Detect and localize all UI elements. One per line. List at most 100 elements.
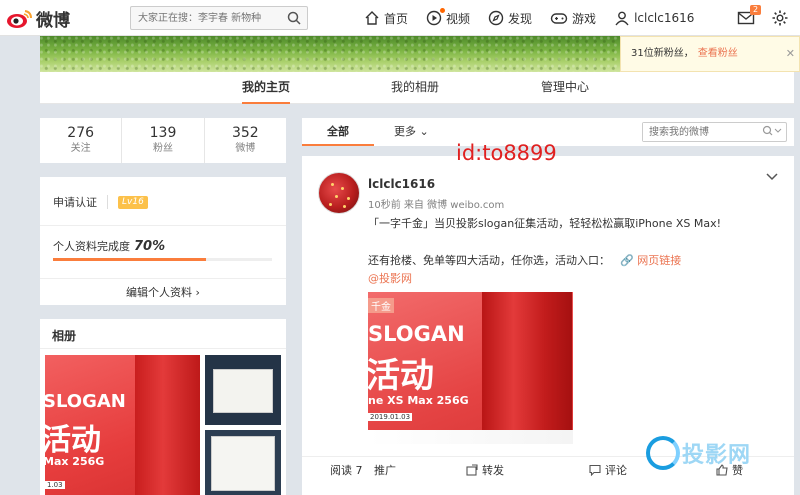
album-photo-text-3: Max 256G [45, 455, 105, 468]
post-text-line-1: 「一字千金」当贝投影slogan征集活动，轻轻松松赢取iPhone XS Max… [368, 217, 722, 230]
chevron-right-icon: › [195, 286, 200, 299]
post-avatar[interactable] [318, 172, 360, 214]
album-title: 相册 [52, 329, 77, 343]
notification-text: 31位新粉丝， [631, 48, 694, 59]
post-image[interactable]: 千金 SLOGAN 活动 ne XS Max 256G 2019.01.03 [368, 292, 573, 444]
watermark-text: 投影网 [682, 443, 752, 468]
compass-icon [488, 10, 504, 26]
mail-badge: 2 [750, 5, 762, 15]
stat-posts-label: 微博 [235, 143, 256, 154]
album-photo-text-4: 1.03 [45, 481, 65, 489]
web-link-label: 网页链接 [637, 254, 682, 267]
stat-fans-count: 139 [149, 125, 177, 141]
nav-games[interactable]: 游戏 [550, 10, 596, 27]
nav-discover[interactable]: 发现 [488, 10, 532, 27]
nav-profile[interactable]: lclclc1616 [614, 10, 694, 26]
completeness-value: 70% [134, 239, 166, 254]
weibo-logo[interactable]: 微博 [6, 6, 70, 31]
completeness-progress-fill [53, 258, 207, 261]
read-count: 阅读 7 [330, 462, 363, 478]
post-image-text-2: 活动 [368, 356, 434, 396]
link-icon: 🔗 [620, 254, 634, 267]
video-icon [426, 10, 442, 26]
album-photo-text-1: SLOGAN [45, 391, 126, 412]
user-icon [615, 11, 629, 26]
weibo-eye-icon [6, 8, 34, 30]
profile-stats: 276 关注 139 粉丝 352 微博 [40, 118, 286, 163]
search-input[interactable] [131, 7, 281, 29]
completeness-label: 个人资料完成度 [53, 240, 130, 253]
logo-text: 微博 [36, 11, 70, 31]
post-options-chevron-icon[interactable] [766, 170, 778, 184]
stat-posts-count: 352 [231, 125, 259, 141]
repost-button[interactable]: 转发 [466, 462, 504, 478]
promote-button[interactable]: 推广 [374, 462, 396, 478]
gear-icon[interactable] [771, 9, 789, 30]
post-image-text-4: 2019.01.03 [368, 413, 413, 421]
video-new-dot [440, 7, 446, 13]
tab-management[interactable]: 管理中心 [541, 72, 589, 104]
top-navbar: 微博 首页 视频 发现 游戏 lclclc1616 [0, 0, 800, 36]
promote-label: 推广 [374, 464, 396, 477]
view-fans-link[interactable]: 查看粉丝 [698, 48, 738, 59]
watermark-logo-icon [646, 436, 680, 470]
gamepad-icon [550, 13, 568, 24]
comment-label: 评论 [605, 464, 627, 477]
read-count-label: 阅读 7 [330, 464, 363, 477]
album-photo-text-2: 活动 [45, 423, 101, 458]
search-icon[interactable] [287, 11, 301, 28]
edit-profile-button[interactable]: 编辑个人资料 › [40, 284, 286, 300]
album-card: 相册 SLOGAN 活动 Max 256G 1.03 [40, 319, 286, 495]
repost-icon [466, 464, 478, 476]
search-dropdown-icon[interactable] [762, 125, 782, 140]
my-weibo-search-input[interactable] [643, 123, 753, 141]
post-image-text-3: ne XS Max 256G [368, 394, 469, 407]
post-mention[interactable]: @投影网 [368, 270, 412, 286]
main-nav: 首页 视频 发现 游戏 lclclc1616 [364, 0, 712, 36]
stat-fans-label: 粉丝 [152, 143, 173, 154]
comment-icon [589, 464, 601, 476]
post-image-tag: 千金 [368, 298, 394, 313]
my-weibo-search [642, 122, 787, 142]
filter-more-dropdown[interactable]: 更多 ⌄ [394, 118, 429, 145]
stat-posts[interactable]: 352 微博 [205, 118, 286, 163]
profile-cover-banner [40, 36, 620, 72]
web-link[interactable]: 🔗 网页链接 [620, 254, 681, 267]
stat-following-label: 关注 [70, 143, 91, 154]
nav-games-label: 游戏 [572, 11, 597, 26]
completeness-progress-bar [53, 258, 272, 261]
filter-more-label: 更多 [394, 125, 416, 138]
global-search [130, 6, 308, 30]
nav-profile-label: lclclc1616 [634, 11, 695, 25]
album-photo-main[interactable]: SLOGAN 活动 Max 256G 1.03 [45, 355, 200, 495]
apply-verification-link[interactable]: 申请认证 [53, 194, 97, 210]
repost-label: 转发 [482, 464, 504, 477]
post-text-line-2: 还有抢楼、免单等四大活动，任你选，活动入口： 🔗 网页链接 [368, 252, 681, 268]
nav-discover-label: 发现 [508, 11, 533, 26]
edit-profile-label: 编辑个人资料 [126, 286, 193, 299]
post-username[interactable]: lclclc1616 [368, 177, 435, 191]
tab-my-home[interactable]: 我的主页 [242, 72, 291, 104]
filter-all-tab[interactable]: 全部 [302, 118, 374, 146]
profile-info-card: 申请认证 Lv16 个人资料完成度 70% 编辑个人资料 › [40, 177, 286, 305]
album-photo-thumb-2[interactable] [205, 430, 281, 495]
home-icon [365, 11, 379, 25]
site-watermark: 投影网 [646, 436, 751, 470]
comment-button[interactable]: 评论 [589, 462, 627, 478]
id-overlay-text: id:to8899 [456, 141, 557, 165]
post-image-text-1: SLOGAN [368, 322, 465, 346]
album-photo-thumb-1[interactable] [205, 355, 281, 425]
stat-following[interactable]: 276 关注 [40, 118, 123, 163]
post-text-line-2-body: 还有抢楼、免单等四大活动，任你选，活动入口： [368, 254, 610, 267]
nav-home[interactable]: 首页 [364, 10, 408, 27]
new-fans-notification: 31位新粉丝， 查看粉丝 ✕ [620, 36, 800, 72]
stat-fans[interactable]: 139 粉丝 [122, 118, 205, 163]
close-icon[interactable]: ✕ [786, 37, 795, 71]
nav-video-label: 视频 [446, 11, 471, 26]
nav-video[interactable]: 视频 [426, 7, 471, 27]
level-badge[interactable]: Lv16 [118, 195, 148, 209]
profile-tabbar: 我的主页 我的相册 管理中心 [40, 72, 794, 104]
stat-following-count: 276 [67, 125, 95, 141]
tab-my-album[interactable]: 我的相册 [391, 72, 439, 104]
post-meta: 10秒前 来自 微博 weibo.com [368, 200, 505, 211]
